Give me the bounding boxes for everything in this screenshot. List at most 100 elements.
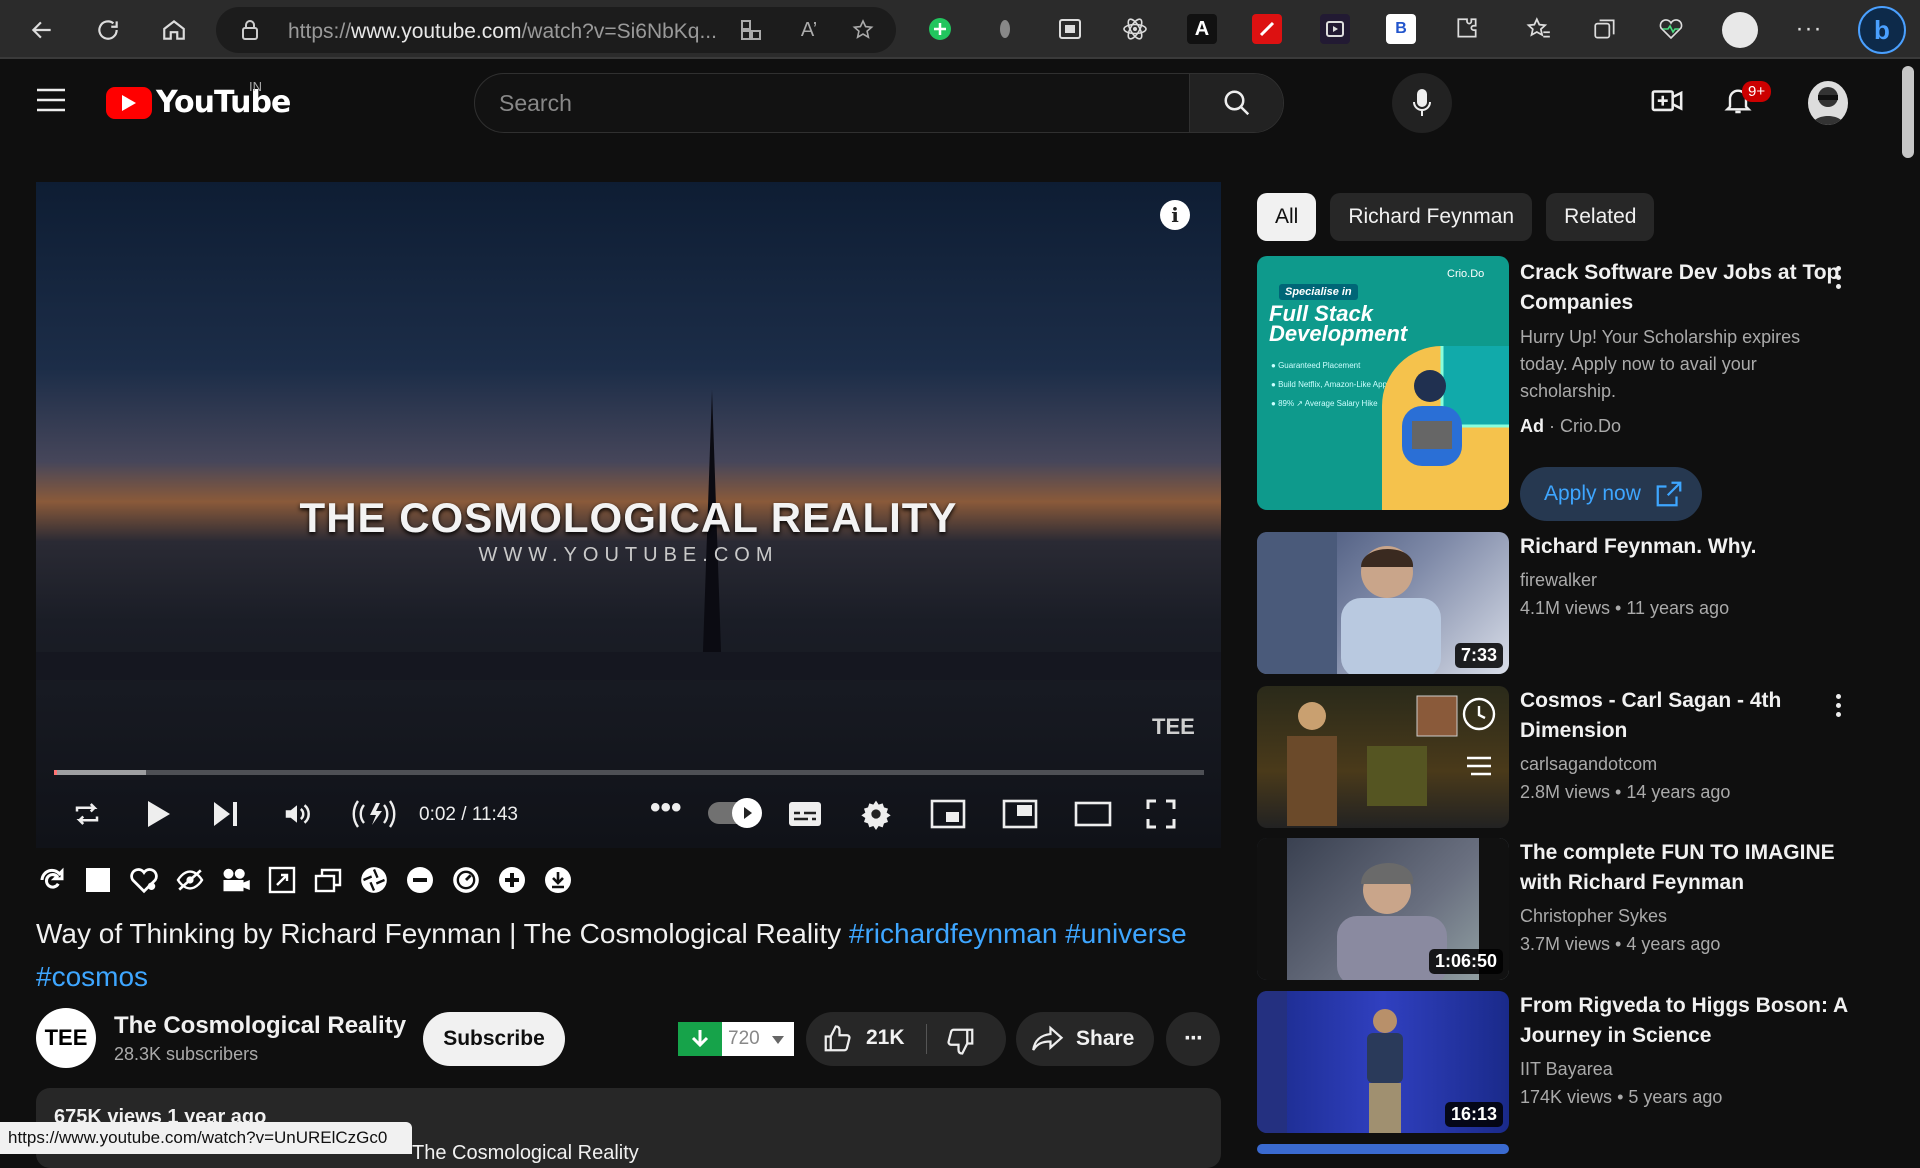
speed-down-icon[interactable] xyxy=(404,864,436,896)
collections-icon[interactable] xyxy=(1590,14,1620,44)
video-channel[interactable]: IIT Bayarea xyxy=(1520,1059,1613,1080)
ad-advertiser-line: Ad · Crio.Do xyxy=(1520,416,1622,436)
subtitles-icon[interactable] xyxy=(788,796,822,832)
performance-icon[interactable] xyxy=(1656,14,1686,44)
chip-all[interactable]: All xyxy=(1257,193,1317,241)
extension-react-icon[interactable] xyxy=(1120,14,1150,44)
video-thumbnail[interactable]: 1:06:50 xyxy=(1257,838,1509,980)
apply-now-button[interactable]: Apply now xyxy=(1520,467,1702,521)
hashtag-link[interactable]: #cosmos xyxy=(36,961,148,992)
extension-window-icon[interactable] xyxy=(1055,14,1085,44)
hide-icon[interactable] xyxy=(174,864,206,896)
video-title[interactable]: Richard Feynman. Why. xyxy=(1520,532,1850,562)
channel-name[interactable]: The Cosmological Reality xyxy=(114,1012,406,1040)
hamburger-menu-icon[interactable] xyxy=(36,88,66,112)
video-player[interactable]: THE COSMOLOGICAL REALITY WWW.YOUTUBE.COM… xyxy=(36,182,1221,848)
stop-icon[interactable] xyxy=(82,864,114,896)
repeat-icon[interactable] xyxy=(36,864,68,896)
video-meta: 174K views • 5 years ago xyxy=(1520,1087,1723,1107)
extension-dot-icon[interactable] xyxy=(990,14,1020,44)
subscribe-button[interactable]: Subscribe xyxy=(423,1012,565,1066)
app-available-icon[interactable] xyxy=(736,15,766,45)
ambient-mode-icon[interactable] xyxy=(348,796,400,832)
ad-title[interactable]: Crack Software Dev Jobs at Top Companies xyxy=(1520,258,1850,318)
downloader-widget[interactable]: 720 xyxy=(678,1022,794,1056)
favorites-icon[interactable] xyxy=(1524,14,1554,44)
like-count[interactable]: 21K xyxy=(866,1026,905,1050)
page-scrollbar[interactable] xyxy=(1902,66,1914,158)
play-icon[interactable] xyxy=(146,796,172,832)
video-info-icon[interactable]: i xyxy=(1160,200,1190,230)
fullscreen-icon[interactable] xyxy=(1146,796,1176,832)
ad-thumbnail[interactable]: Specialise in Crio.Do Full Stack Developm… xyxy=(1257,256,1509,510)
video-menu-icon[interactable] xyxy=(1836,694,1842,717)
video-thumbnail[interactable]: 7:33 xyxy=(1257,532,1509,674)
home-icon[interactable] xyxy=(154,10,194,50)
account-avatar[interactable] xyxy=(1808,81,1848,125)
search-icon xyxy=(1224,90,1249,116)
camera-icon[interactable] xyxy=(220,864,252,896)
volume-icon[interactable] xyxy=(280,796,314,832)
screenshot-shutter-icon[interactable] xyxy=(358,864,390,896)
refresh-icon[interactable] xyxy=(88,10,128,50)
video-channel[interactable]: firewalker xyxy=(1520,570,1597,591)
extension-red-icon[interactable] xyxy=(1252,14,1282,44)
chip-related[interactable]: Related xyxy=(1546,193,1655,241)
download-circle-icon[interactable] xyxy=(542,864,574,896)
address-bar[interactable]: https://www.youtube.com/watch?v=Si6NbKq.… xyxy=(216,7,896,53)
extensions-puzzle-icon[interactable] xyxy=(1452,14,1482,44)
video-thumbnail[interactable] xyxy=(1257,686,1509,828)
more-options-icon[interactable]: ••• xyxy=(650,790,682,826)
extension-a-icon[interactable]: A xyxy=(1187,14,1217,44)
dislike-thumb-icon[interactable] xyxy=(946,1026,976,1056)
read-aloud-icon[interactable]: A’ xyxy=(794,15,824,45)
create-video-icon[interactable] xyxy=(1650,83,1684,117)
bing-chat-icon[interactable]: b xyxy=(1858,6,1906,54)
heart-loop-icon[interactable] xyxy=(128,864,160,896)
search-box[interactable]: Search xyxy=(474,73,1284,133)
speed-gauge-icon[interactable] xyxy=(450,864,482,896)
favorite-add-icon[interactable] xyxy=(848,15,878,45)
search-input[interactable]: Search xyxy=(499,90,572,117)
share-button[interactable]: Share xyxy=(1016,1012,1154,1066)
video-title[interactable]: Cosmos - Carl Sagan - 4th Dimension xyxy=(1520,686,1850,746)
autoplay-toggle[interactable] xyxy=(708,798,762,828)
download-arrow-icon[interactable] xyxy=(678,1022,722,1056)
extension-plus-icon[interactable] xyxy=(925,14,955,44)
search-button[interactable] xyxy=(1189,74,1283,132)
more-actions-icon[interactable]: ··· xyxy=(1166,1012,1220,1066)
download-quality[interactable]: 720 xyxy=(722,1022,760,1056)
video-title[interactable]: The complete FUN TO IMAGINE with Richard… xyxy=(1520,838,1850,898)
next-icon[interactable] xyxy=(212,796,240,832)
channel-watermark[interactable]: TEE xyxy=(1152,714,1195,740)
channel-avatar[interactable]: TEE xyxy=(36,1008,96,1068)
hashtag-link[interactable]: #richardfeynman xyxy=(849,918,1058,949)
voice-search-button[interactable] xyxy=(1392,73,1452,133)
ad-menu-icon[interactable] xyxy=(1836,266,1842,289)
chip-richard-feynman[interactable]: Richard Feynman xyxy=(1330,193,1533,241)
hashtag-link[interactable]: #universe xyxy=(1065,918,1186,949)
loop-icon[interactable] xyxy=(70,796,104,832)
video-channel[interactable]: carlsagandotcom xyxy=(1520,754,1657,775)
video-title[interactable]: From Rigveda to Higgs Boson: A Journey i… xyxy=(1520,991,1850,1051)
theater-mode-icon[interactable] xyxy=(1074,796,1112,832)
back-arrow-icon[interactable] xyxy=(22,10,62,50)
video-thumbnail[interactable]: 16:13 xyxy=(1257,991,1509,1133)
miniplayer-icon[interactable] xyxy=(930,796,966,832)
progress-bar[interactable] xyxy=(54,770,1204,775)
settings-gear-icon[interactable] xyxy=(860,796,892,832)
like-thumb-icon[interactable] xyxy=(822,1024,852,1054)
browser-profile-avatar[interactable] xyxy=(1722,12,1758,48)
popup-window-icon[interactable] xyxy=(312,864,344,896)
youtube-logo[interactable]: YouTube IN xyxy=(106,79,291,120)
chevron-down-icon[interactable] xyxy=(760,1022,784,1056)
speed-up-icon[interactable] xyxy=(496,864,528,896)
region-code: IN xyxy=(249,79,262,94)
expand-icon[interactable] xyxy=(266,864,298,896)
pip-icon[interactable] xyxy=(1002,796,1038,832)
extension-video-icon[interactable] xyxy=(1320,14,1350,44)
video-thumbnail-partial[interactable] xyxy=(1257,1144,1509,1154)
extension-b-icon[interactable]: B xyxy=(1386,14,1416,44)
video-channel[interactable]: Christopher Sykes xyxy=(1520,906,1667,927)
browser-menu-icon[interactable]: ··· xyxy=(1794,14,1824,44)
